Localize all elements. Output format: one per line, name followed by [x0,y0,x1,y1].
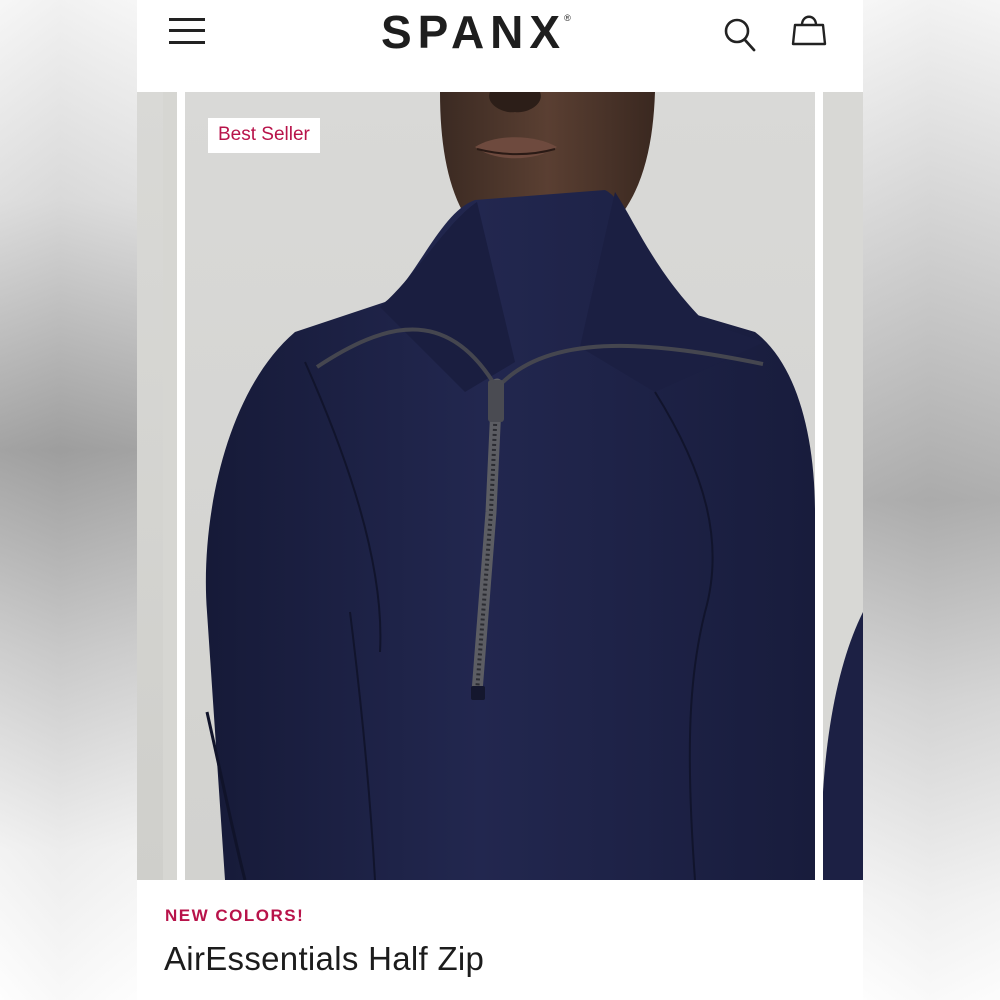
product-photo-illustration [185,92,815,880]
brand-logo[interactable]: SPANX® [381,4,573,60]
blurred-backdrop-right [863,0,1000,1000]
next-slide-preview [823,92,863,880]
carousel-previous-slide[interactable] [137,92,177,880]
product-image[interactable]: Best Seller [185,92,815,880]
shopping-bag-icon[interactable] [789,10,829,50]
search-icon[interactable] [723,16,759,54]
new-colors-label: NEW COLORS! [165,906,305,925]
product-title[interactable]: AirEssentials Half Zip [164,940,484,978]
product-info: NEW COLORS! AirEssentials Half Zip [137,880,863,1000]
product-image-carousel[interactable]: Best Seller [137,92,863,880]
carousel-next-slide[interactable] [823,92,863,880]
site-header: SPANX® [137,0,863,92]
best-seller-badge: Best Seller [208,118,320,153]
mobile-page: SPANX® Best Seller NEW COLORS! AirEssent… [137,0,863,1000]
hamburger-menu-icon[interactable] [169,16,205,46]
blurred-backdrop-left [0,0,137,1000]
